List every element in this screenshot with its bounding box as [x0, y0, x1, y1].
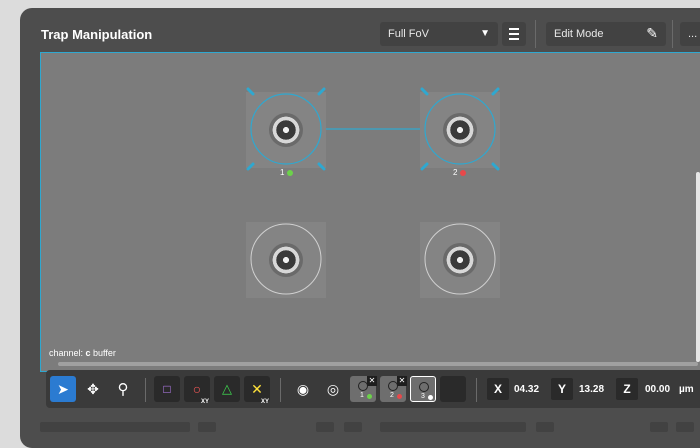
zoom-tool-button[interactable]: ⚲ — [110, 376, 136, 402]
secondary-dropdown[interactable] — [380, 422, 526, 432]
divider — [280, 378, 281, 402]
z-coordinate-value[interactable]: 00.00 — [645, 384, 670, 395]
trap-slot-label: 3 — [421, 393, 425, 400]
z-coordinate-label: Z — [616, 378, 638, 400]
move-icon: ✥ — [87, 381, 99, 397]
position-dropdown[interactable] — [40, 422, 190, 432]
trap-slot-icon — [419, 382, 429, 392]
trap-label-2: 2 — [453, 168, 467, 177]
close-icon[interactable]: ✕ — [367, 376, 377, 386]
target-toggle-button[interactable]: ◎ — [320, 376, 346, 402]
trap-slot-label: 1 — [360, 392, 364, 399]
trap-3-ring — [250, 223, 322, 295]
visibility-toggle-button[interactable]: ◉ — [290, 376, 316, 402]
delete-button[interactable] — [344, 422, 362, 432]
channel-label: channel: c buffer — [49, 348, 116, 358]
close-icon[interactable]: ✕ — [397, 376, 407, 386]
trap-1-handles — [246, 87, 326, 171]
horizontal-scrollbar[interactable] — [58, 362, 698, 366]
status-dot — [428, 395, 433, 400]
square-shape-button[interactable]: □ — [154, 376, 180, 402]
trap-1-selection-ring — [250, 93, 322, 165]
menu-button[interactable] — [198, 422, 216, 432]
pointer-icon: ➤ — [57, 381, 69, 397]
add-button[interactable] — [316, 422, 334, 432]
trap-label-1: 1 — [280, 168, 294, 177]
target-icon: ◎ — [326, 381, 340, 397]
status-dot — [287, 169, 294, 176]
x-coordinate-label: X — [487, 378, 509, 400]
x-coordinate-value[interactable]: 04.32 — [514, 384, 539, 395]
xy-subscript: XY — [261, 399, 270, 405]
trap-slot-3[interactable]: 3 — [410, 376, 436, 402]
divider — [145, 378, 146, 402]
eye-icon: ◉ — [296, 381, 310, 397]
y-coordinate-value[interactable]: 13.28 — [579, 384, 604, 395]
trap-2-handles — [420, 87, 500, 171]
menu-button[interactable] — [536, 422, 554, 432]
status-dot — [460, 169, 467, 176]
trap-slot-label: 2 — [390, 392, 394, 399]
divider — [476, 378, 477, 402]
triangle-shape-button[interactable]: △ — [214, 376, 240, 402]
status-dot — [367, 394, 372, 399]
cross-icon: ✕ — [251, 381, 263, 397]
square-icon: □ — [163, 382, 171, 396]
move-tool-button[interactable]: ✥ — [80, 376, 106, 402]
xy-subscript: XY — [201, 399, 210, 405]
circle-icon: ○ — [192, 381, 202, 397]
status-dot — [397, 394, 402, 399]
delete-button[interactable] — [676, 422, 694, 432]
unit-label: µm — [679, 384, 694, 395]
trap-2-selection-ring — [424, 93, 496, 165]
triangle-icon: △ — [222, 381, 232, 396]
add-button[interactable] — [650, 422, 668, 432]
trap-4-ring — [424, 223, 496, 295]
trap-selection-overlay — [246, 87, 500, 295]
vertical-scrollbar[interactable] — [696, 172, 700, 362]
pointer-tool-button[interactable]: ➤ — [50, 376, 76, 402]
search-icon: ⚲ — [117, 381, 129, 398]
trap-slot-empty[interactable] — [440, 376, 466, 402]
y-coordinate-label: Y — [551, 378, 573, 400]
